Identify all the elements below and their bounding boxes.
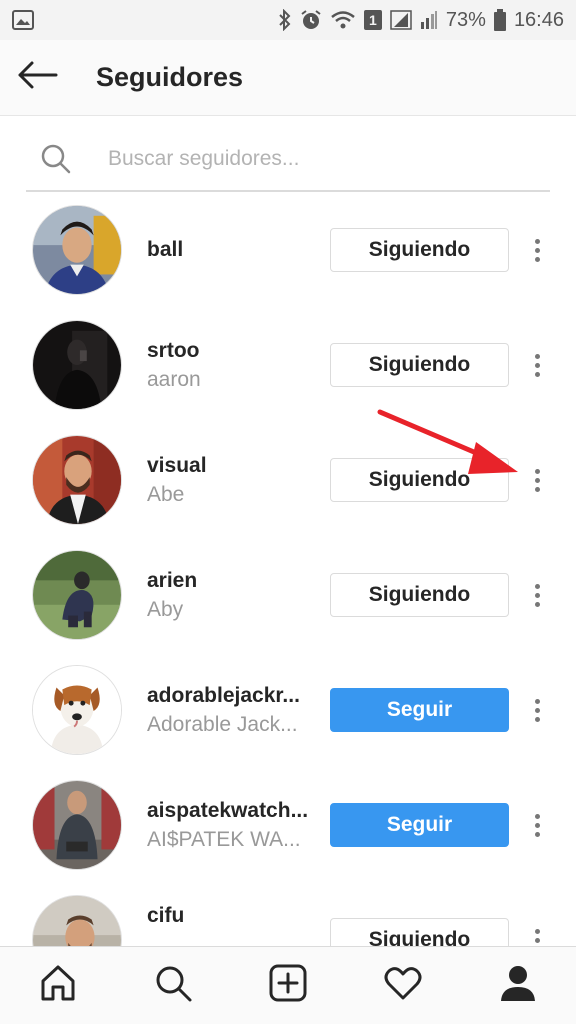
search-input[interactable] (108, 147, 508, 171)
profile-icon (498, 963, 538, 1008)
user-names: visual Abe (147, 452, 317, 510)
gallery-notification-icon (12, 10, 34, 30)
follow-button[interactable]: Seguir (330, 688, 509, 732)
user-names: arien Aby (147, 567, 317, 625)
username: adorablejackr... (147, 684, 300, 707)
list-item[interactable]: ball Siguiendo (0, 192, 576, 307)
alarm-icon (300, 9, 322, 31)
more-options-button[interactable] (524, 688, 550, 732)
list-item[interactable]: srtoo aaron Siguiendo (0, 307, 576, 422)
more-options-button[interactable] (524, 343, 550, 387)
avatar[interactable] (32, 550, 122, 640)
tab-search[interactable] (115, 947, 230, 1024)
page-title: Seguidores (96, 62, 244, 92)
more-options-button[interactable] (524, 458, 550, 502)
following-button[interactable]: Siguiendo (330, 228, 509, 272)
full-name: Adorable Jack... (147, 713, 298, 736)
list-item[interactable]: arien Aby Siguiendo (0, 537, 576, 652)
username: srtoo (147, 339, 200, 362)
avatar[interactable] (32, 435, 122, 525)
battery-icon (493, 9, 506, 31)
following-button[interactable]: Siguiendo (330, 343, 509, 387)
more-options-button[interactable] (524, 803, 550, 847)
more-options-button[interactable] (524, 573, 550, 617)
full-name: AI$PATEK WA... (147, 828, 301, 851)
signal-2-icon (420, 10, 438, 30)
username: arien (147, 569, 198, 592)
avatar[interactable] (32, 895, 122, 946)
search-icon (153, 963, 193, 1008)
signal-icon (390, 10, 412, 30)
username: ball (147, 238, 184, 261)
user-names: cifu (147, 902, 317, 930)
user-names: aispatekwatch... AI$PATEK WA... (147, 797, 317, 855)
status-bar: 1 73% 16:46 (0, 0, 576, 40)
full-name: aaron (147, 368, 201, 391)
follow-button[interactable]: Seguir (330, 803, 509, 847)
following-button[interactable]: Siguiendo (330, 573, 509, 617)
following-button[interactable]: Siguiendo (330, 918, 509, 946)
tab-activity[interactable] (346, 947, 461, 1024)
clock: 16:46 (513, 8, 564, 31)
back-button[interactable] (0, 40, 96, 116)
list-item[interactable]: visual Abe Siguiendo (0, 422, 576, 537)
list-item[interactable]: aispatekwatch... AI$PATEK WA... Seguir (0, 767, 576, 882)
search-bar (26, 128, 550, 192)
search-icon (26, 129, 108, 189)
back-arrow-icon (16, 60, 58, 95)
tab-profile[interactable] (461, 947, 576, 1024)
more-options-button[interactable] (524, 918, 550, 946)
list-item[interactable]: cifu Siguiendo (0, 882, 576, 946)
full-name: Abe (147, 483, 185, 506)
tab-home[interactable] (0, 947, 115, 1024)
tab-new-post[interactable] (230, 947, 345, 1024)
avatar[interactable] (32, 780, 122, 870)
bluetooth-icon (278, 9, 292, 31)
heart-icon (383, 963, 423, 1008)
following-button[interactable]: Siguiendo (330, 458, 509, 502)
user-names: ball (147, 236, 317, 264)
user-names: adorablejackr... Adorable Jack... (147, 682, 317, 740)
sim-badge: 1 (363, 10, 382, 30)
add-post-icon (268, 963, 308, 1008)
user-names: srtoo aaron (147, 337, 317, 395)
username: cifu (147, 904, 185, 927)
list-item[interactable]: adorablejackr... Adorable Jack... Seguir (0, 652, 576, 767)
username: visual (147, 454, 207, 477)
more-options-button[interactable] (524, 228, 550, 272)
avatar[interactable] (32, 665, 122, 755)
full-name: Aby (147, 598, 184, 621)
top-bar: Seguidores (0, 40, 576, 116)
bottom-navigation (0, 946, 576, 1024)
avatar[interactable] (32, 320, 122, 410)
home-icon (38, 963, 78, 1008)
followers-list: ball Siguiendo srtoo aaron Siguiendo vis… (0, 192, 576, 946)
username: aispatekwatch... (147, 799, 309, 822)
battery-percent: 73% (445, 8, 486, 31)
avatar[interactable] (32, 205, 122, 295)
wifi-icon (330, 10, 356, 30)
